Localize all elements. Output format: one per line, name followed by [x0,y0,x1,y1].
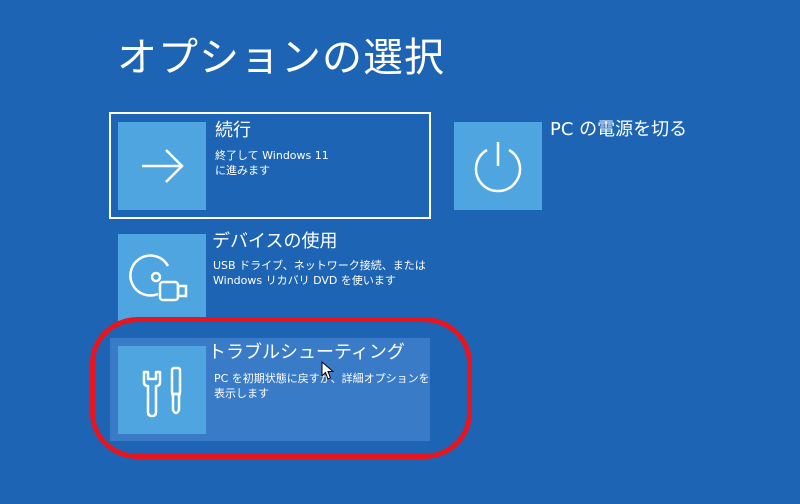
continue-description: 終了して Windows 11 に進みます [215,149,329,177]
troubleshoot-option[interactable]: トラブルシューティング PC を初期状態に戻すか、詳細オプションを 表示します [110,338,430,441]
use-device-title: デバイスの使用 [212,231,338,252]
continue-icon-box [118,122,206,210]
device-icon-box [118,234,206,322]
mouse-cursor-icon [321,361,335,380]
wrench-screwdriver-icon [142,366,182,418]
use-device-description: USB ドライブ、ネットワーク接続、または Windows リカバリ DVD を… [213,259,426,287]
power-icon [474,142,522,193]
arrow-right-icon [142,149,184,183]
troubleshoot-title: トラブルシューティング [208,342,405,363]
troubleshoot-icon-box [118,346,206,434]
page-title: オプションの選択 [117,35,445,81]
power-off-title: PC の電源を切る [550,119,688,140]
use-device-option[interactable]: デバイスの使用 USB ドライブ、ネットワーク接続、または Windows リカ… [111,230,433,330]
power-off-option[interactable]: PC の電源を切る [453,119,753,210]
disc-usb-icon [129,254,188,302]
continue-option[interactable]: 続行 終了して Windows 11 に進みます [109,112,431,219]
power-icon-box [454,122,542,210]
continue-title: 続行 [215,120,251,141]
